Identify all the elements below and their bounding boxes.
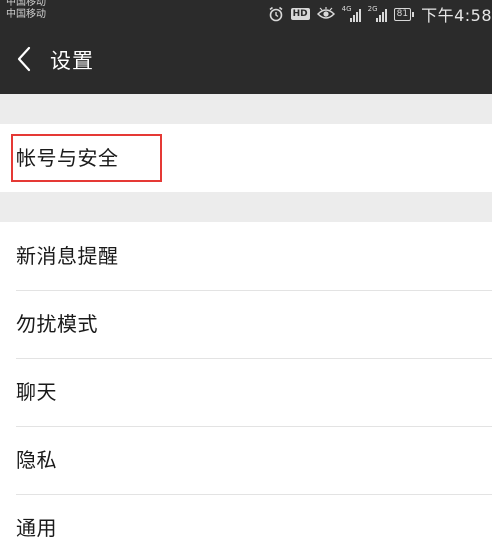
settings-item-chat[interactable]: 聊天 [0, 358, 492, 426]
settings-item-account-security[interactable]: 帐号与安全 [0, 124, 492, 192]
account-group: 帐号与安全 [0, 124, 492, 192]
settings-item-label: 隐私 [16, 448, 57, 472]
wechat-settings-screen: 中国移动 中国移动 HD 4G 2G 81 下午4:58 设置 帐号与安全 新消… [0, 0, 492, 557]
carrier-label-1: 中国移动 [6, 0, 46, 8]
settings-item-label: 勿扰模式 [16, 312, 98, 336]
settings-item-label: 新消息提醒 [16, 244, 119, 268]
carrier-label-2: 中国移动 [6, 9, 46, 20]
network-type-2: 2G [367, 5, 378, 13]
status-bar: 中国移动 中国移动 HD 4G 2G 81 下午4:58 [0, 0, 492, 28]
settings-item-label: 帐号与安全 [16, 146, 119, 170]
settings-item-do-not-disturb[interactable]: 勿扰模式 [0, 290, 492, 358]
status-time: 下午4:58 [421, 6, 492, 25]
chevron-left-icon [16, 46, 32, 76]
settings-item-notifications[interactable]: 新消息提醒 [0, 222, 492, 290]
status-indicators: HD 4G 2G 81 下午4:58 [268, 0, 492, 28]
eye-icon [316, 7, 335, 21]
page-title: 设置 [50, 49, 94, 73]
settings-item-label: 聊天 [16, 380, 57, 404]
hd-label: HD [290, 8, 310, 20]
settings-item-label: 通用 [16, 516, 57, 540]
back-button[interactable] [0, 28, 48, 94]
hd-icon: HD [290, 8, 310, 20]
network-type-1: 4G [341, 5, 352, 13]
settings-group: 新消息提醒 勿扰模式 聊天 隐私 通用 [0, 222, 492, 557]
alarm-icon [268, 6, 284, 22]
signal-4g-icon: 4G [342, 6, 361, 22]
nav-bar: 设置 [0, 28, 492, 94]
signal-2g-icon: 2G [368, 6, 387, 22]
battery-icon: 81 [393, 7, 415, 21]
battery-level: 81 [393, 7, 412, 21]
settings-item-privacy[interactable]: 隐私 [0, 426, 492, 494]
settings-item-general[interactable]: 通用 [0, 494, 492, 557]
